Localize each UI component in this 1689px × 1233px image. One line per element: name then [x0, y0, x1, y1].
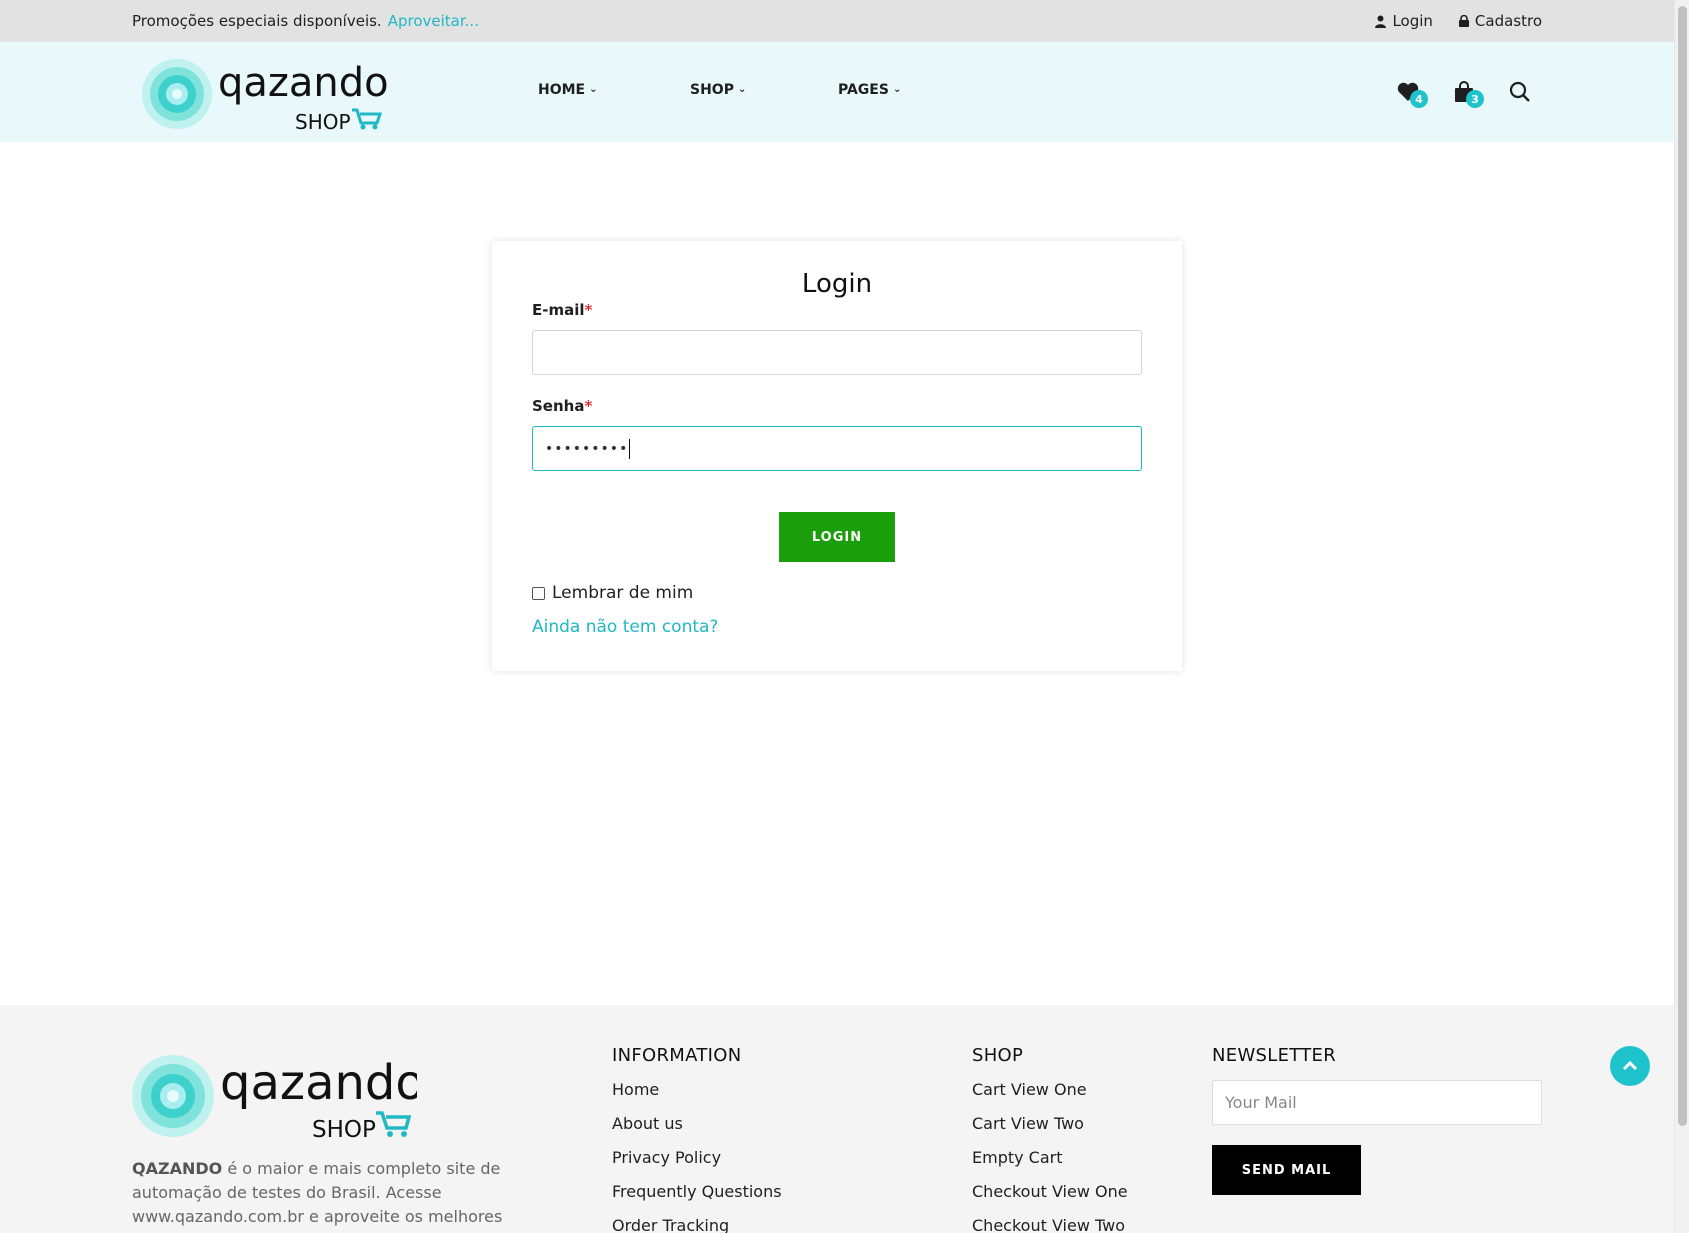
lock-icon — [1458, 15, 1469, 27]
site-header: qazando SHOP HOME ⌄ SHOP ⌄ PAGES ⌄ 4 3 — [0, 42, 1674, 142]
top-signup-label: Cadastro — [1474, 12, 1542, 30]
footer-link-checkout-two[interactable]: Checkout View Two — [972, 1216, 1128, 1233]
nav-pages[interactable]: PAGES ⌄ — [838, 82, 901, 98]
login-button[interactable]: LOGIN — [779, 512, 895, 562]
top-signup-link[interactable]: Cadastro — [1458, 12, 1542, 30]
footer-link-home[interactable]: Home — [612, 1080, 782, 1114]
cart-button[interactable]: 3 — [1448, 78, 1484, 108]
remember-label: Lembrar de mim — [552, 583, 694, 603]
footer-link-privacy[interactable]: Privacy Policy — [612, 1148, 782, 1182]
email-label: E-mail* — [532, 301, 593, 319]
wishlist-count-badge: 4 — [1410, 90, 1428, 108]
svg-text:qazando: qazando — [220, 1055, 417, 1111]
top-login-label: Login — [1392, 12, 1433, 30]
login-title: Login — [801, 269, 873, 299]
remember-checkbox[interactable] — [532, 586, 545, 600]
footer-newsletter: NEWSLETTER Your Mail SEND MAIL — [1212, 1045, 1542, 1195]
send-mail-button[interactable]: SEND MAIL — [1212, 1145, 1361, 1195]
nav-home[interactable]: HOME ⌄ — [538, 82, 690, 98]
promo-link[interactable]: Aproveitar... — [388, 12, 479, 30]
page-scrollbar[interactable] — [1674, 0, 1689, 1233]
svg-text:qazando: qazando — [218, 60, 387, 106]
chevron-down-icon: ⌄ — [589, 83, 598, 95]
chevron-down-icon: ⌄ — [892, 83, 902, 95]
footer-information: INFORMATION Home About us Privacy Policy… — [612, 1045, 782, 1233]
footer-link-checkout-one[interactable]: Checkout View One — [972, 1182, 1128, 1216]
footer-link-about[interactable]: About us — [612, 1114, 782, 1148]
footer-description: QAZANDO é o maior e mais completo site d… — [132, 1159, 503, 1226]
footer-link-faq[interactable]: Frequently Questions — [612, 1182, 782, 1216]
email-field[interactable] — [532, 330, 1142, 375]
create-account-link[interactable]: Ainda não tem conta? — [532, 617, 718, 637]
promo-text: Promoções especiais disponíveis. — [132, 12, 382, 30]
cart-count-badge: 3 — [1466, 90, 1484, 108]
promo-message: Promoções especiais disponíveis. Aproveit… — [132, 12, 479, 30]
chevron-up-icon — [1622, 1061, 1638, 1071]
information-heading: INFORMATION — [612, 1045, 742, 1066]
nav-shop-label: SHOP — [690, 82, 734, 98]
nav-pages-label: PAGES — [838, 82, 889, 98]
site-logo[interactable]: qazando SHOP — [142, 56, 387, 132]
wishlist-button[interactable]: 4 — [1392, 78, 1428, 108]
account-links: Login Cadastro — [1375, 12, 1542, 30]
top-login-link[interactable]: Login — [1375, 12, 1433, 30]
footer-link-cart-one[interactable]: Cart View One — [972, 1080, 1128, 1114]
svg-text:SHOP: SHOP — [312, 1117, 376, 1141]
scrollbar-thumb[interactable] — [1678, 6, 1687, 1126]
user-icon — [1375, 15, 1387, 28]
chevron-down-icon: ⌄ — [737, 83, 747, 95]
login-card: Login E-mail* Senha* ••••••••• LOGIN Lem… — [492, 241, 1182, 671]
footer-shop: SHOP Cart View One Cart View Two Empty C… — [972, 1045, 1128, 1233]
header-actions: 4 3 — [1392, 78, 1536, 108]
shop-heading: SHOP — [972, 1045, 1024, 1066]
password-label: Senha* — [532, 397, 593, 415]
newsletter-email-input[interactable]: Your Mail — [1212, 1080, 1542, 1125]
site-footer: qazando SHOP QAZANDO é o maior e mais co… — [0, 1005, 1674, 1233]
footer-link-cart-two[interactable]: Cart View Two — [972, 1114, 1128, 1148]
svg-text:SHOP: SHOP — [295, 110, 351, 132]
nav-home-label: HOME — [538, 82, 586, 98]
password-value: ••••••••• — [545, 440, 629, 457]
remember-me[interactable]: Lembrar de mim — [532, 583, 693, 603]
footer-link-order-tracking[interactable]: Order Tracking — [612, 1216, 782, 1233]
top-bar: Promoções especiais disponíveis. Aproveit… — [0, 0, 1674, 42]
search-icon — [1509, 81, 1530, 102]
footer-link-empty-cart[interactable]: Empty Cart — [972, 1148, 1128, 1182]
footer-logo[interactable]: qazando SHOP — [132, 1051, 417, 1141]
password-field[interactable]: ••••••••• — [532, 426, 1142, 471]
search-button[interactable] — [1504, 78, 1536, 106]
main-nav: HOME ⌄ SHOP ⌄ PAGES ⌄ — [538, 82, 901, 98]
newsletter-heading: NEWSLETTER — [1212, 1045, 1337, 1066]
nav-shop[interactable]: SHOP ⌄ — [690, 82, 838, 98]
text-caret — [629, 438, 631, 459]
back-to-top-button[interactable] — [1610, 1046, 1650, 1086]
